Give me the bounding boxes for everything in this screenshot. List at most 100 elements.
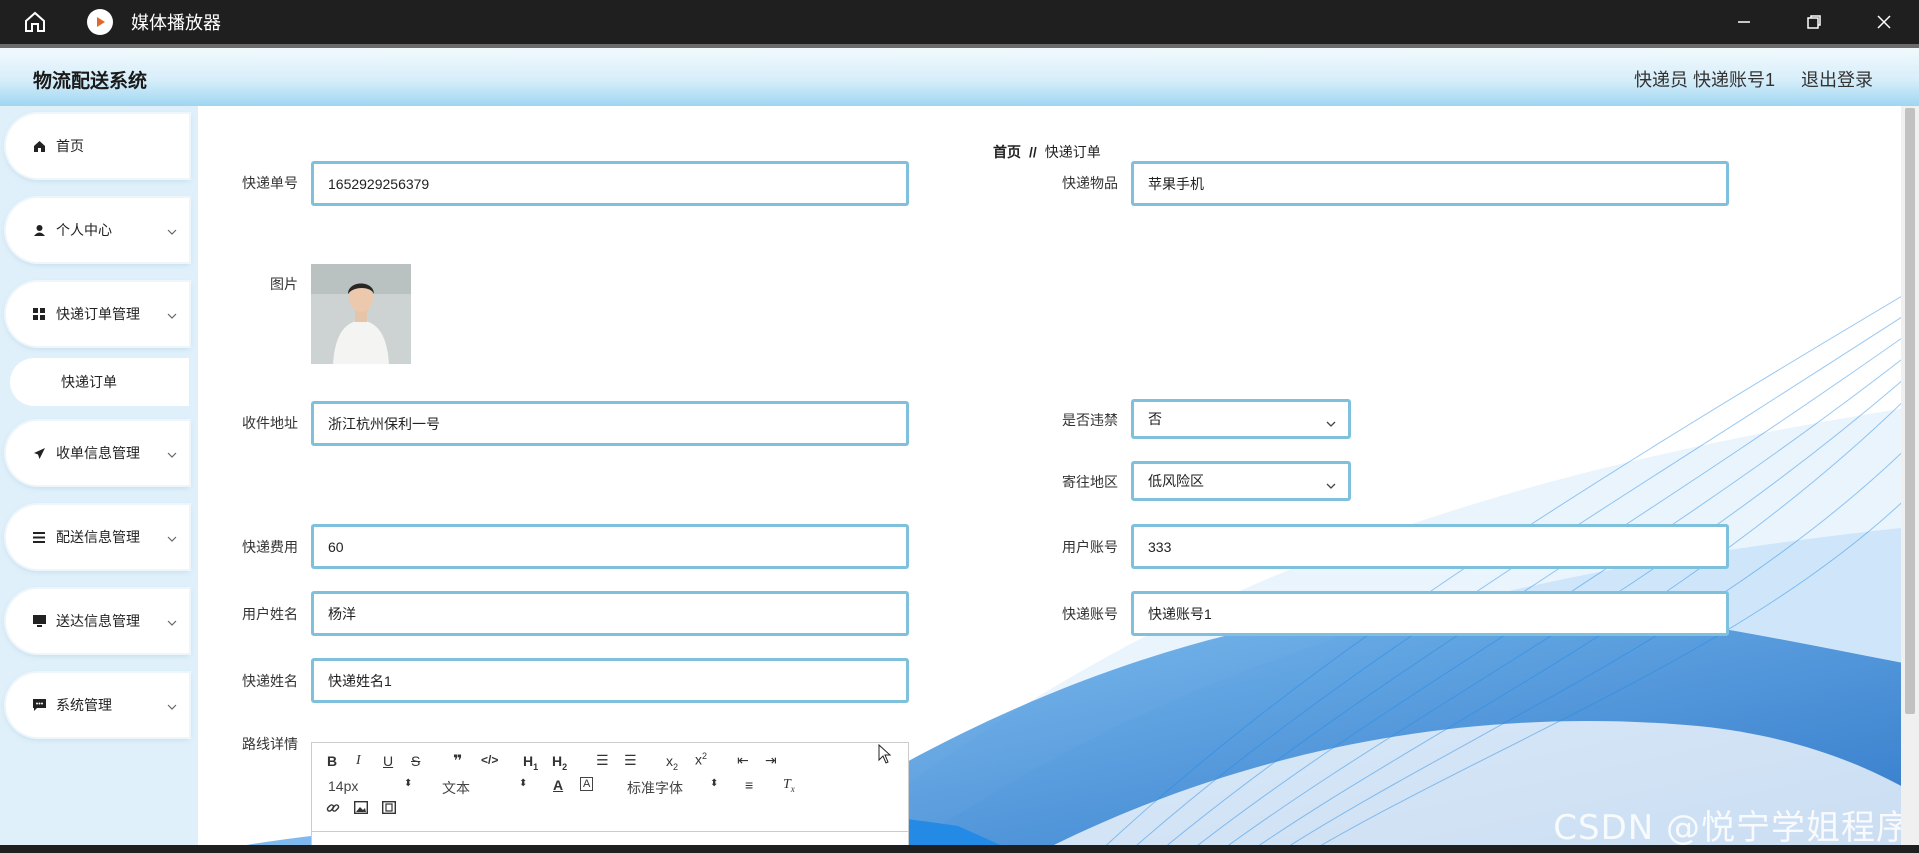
image-icon[interactable]	[353, 800, 369, 817]
current-user: 快递员 快递账号1	[1633, 70, 1775, 90]
bottom-border	[0, 845, 1919, 853]
prohibited-value: 否	[1148, 411, 1162, 427]
chevron-down-icon	[1326, 476, 1336, 492]
send-icon	[32, 446, 46, 460]
fee-field[interactable]: 60	[311, 524, 909, 569]
strikethrough-icon[interactable]: S	[411, 753, 420, 769]
sidebar-item-arrival-management[interactable]: 送达信息管理	[6, 589, 189, 653]
bullet-list-icon[interactable]: ☰	[624, 752, 637, 769]
blockquote-icon[interactable]: ❞	[453, 751, 462, 771]
background-color-icon[interactable]: A	[580, 777, 594, 791]
align-icon[interactable]: ≡	[745, 777, 753, 793]
vertical-scrollbar[interactable]	[1901, 106, 1919, 853]
minimize-button[interactable]	[1709, 0, 1779, 44]
region-value: 低风险区	[1148, 473, 1204, 489]
outdent-icon[interactable]: ⇤	[737, 752, 749, 769]
address-label: 收件地址	[242, 415, 298, 431]
rich-text-editor[interactable]: B I U S ❞ </> H1 H2 ☰ ☰ x2 x2 ⇤ ⇥ 14px ⬍…	[311, 742, 909, 853]
user-name-field[interactable]: 杨洋	[311, 591, 909, 636]
monitor-icon	[32, 614, 46, 628]
heading2-icon[interactable]: H2	[552, 753, 567, 772]
code-icon[interactable]: </>	[481, 753, 498, 767]
window-titlebar: 媒体播放器	[0, 0, 1919, 44]
sidebar-item-label: 系统管理	[56, 697, 112, 713]
mouse-cursor-icon	[878, 743, 892, 769]
font-size-arrows-icon[interactable]: ⬍	[404, 778, 412, 789]
image-label: 图片	[270, 276, 298, 292]
brand-title: 物流配送系统	[33, 71, 148, 92]
user-name-label: 用户姓名	[242, 606, 298, 622]
chevron-down-icon	[167, 222, 177, 238]
chevron-down-icon	[167, 529, 177, 545]
breadcrumb: 首页 // 快递订单	[993, 142, 1101, 162]
item-field[interactable]: 苹果手机	[1131, 161, 1729, 206]
font-family-select[interactable]: 标准字体	[627, 778, 683, 798]
courier-name-field[interactable]: 快递姓名1	[311, 658, 909, 703]
sidebar-item-label: 快递订单管理	[56, 306, 140, 322]
main-content: 首页 // 快递订单 快递单号 1652929256379 快递物品 苹果手机 图片…	[198, 106, 1919, 853]
font-color-icon[interactable]: A	[553, 777, 563, 793]
restore-button[interactable]	[1779, 0, 1849, 44]
home-icon[interactable]	[0, 0, 70, 44]
media-player-icon	[87, 9, 113, 35]
logout-link[interactable]: 退出登录	[1801, 66, 1873, 92]
text-type-select[interactable]: 文本	[442, 778, 470, 798]
chevron-down-icon	[167, 445, 177, 461]
scrollbar-thumb[interactable]	[1905, 108, 1915, 714]
chat-icon	[32, 698, 46, 712]
sidebar-item-home[interactable]: 首页	[6, 114, 189, 178]
user-account-field[interactable]: 333	[1131, 524, 1729, 569]
grid-icon	[32, 307, 46, 321]
sidebar-item-system-management[interactable]: 系统管理	[6, 673, 189, 737]
window-title: 媒体播放器	[131, 13, 221, 33]
order-no-field[interactable]: 1652929256379	[311, 161, 909, 206]
heading1-icon[interactable]: H1	[523, 753, 538, 772]
user-icon	[32, 223, 46, 237]
order-no-label: 快递单号	[242, 175, 298, 191]
chevron-down-icon	[1326, 414, 1336, 430]
indent-icon[interactable]: ⇥	[765, 752, 777, 769]
address-field[interactable]: 浙江杭州保利一号	[311, 401, 909, 446]
courier-account-field[interactable]: 快递账号1	[1131, 591, 1729, 636]
sidebar-item-label: 个人中心	[56, 222, 112, 238]
text-type-arrows-icon[interactable]: ⬍	[519, 778, 527, 789]
clear-format-icon[interactable]: Tx	[783, 777, 795, 794]
sidebar-subitem-express-orders[interactable]: 快递订单	[10, 358, 189, 406]
bold-icon[interactable]: B	[327, 753, 337, 769]
sidebar-item-label: 配送信息管理	[56, 529, 140, 545]
sidebar-item-profile[interactable]: 个人中心	[6, 198, 189, 262]
product-photo[interactable]	[311, 264, 411, 364]
sidebar-item-label: 收单信息管理	[56, 445, 140, 461]
video-icon[interactable]	[381, 800, 397, 817]
sidebar: 首页 个人中心 快递订单管理 快递订单 收单信息管理 配送信息管理 送达信息管理…	[0, 106, 198, 853]
breadcrumb-separator: //	[1029, 144, 1037, 160]
subscript-icon[interactable]: x2	[666, 753, 678, 772]
courier-name-label: 快递姓名	[242, 673, 298, 689]
sidebar-item-order-management[interactable]: 快递订单管理	[6, 282, 189, 346]
underline-icon[interactable]: U	[383, 753, 393, 769]
prohibited-select[interactable]: 否	[1131, 399, 1351, 439]
breadcrumb-home[interactable]: 首页	[993, 144, 1021, 160]
font-size-select[interactable]: 14px	[328, 778, 358, 794]
region-label: 寄往地区	[1062, 474, 1118, 490]
chevron-down-icon	[167, 613, 177, 629]
close-button[interactable]	[1849, 0, 1919, 44]
list-icon	[32, 530, 46, 544]
csdn-watermark: CSDN @悦宁学姐程序	[1553, 808, 1911, 848]
user-account-label: 用户账号	[1062, 539, 1118, 555]
item-label: 快递物品	[1062, 175, 1118, 191]
font-family-arrows-icon[interactable]: ⬍	[710, 778, 718, 789]
home-icon	[32, 139, 46, 153]
italic-icon[interactable]: I	[356, 753, 361, 769]
sidebar-item-label: 送达信息管理	[56, 613, 140, 629]
link-icon[interactable]	[326, 801, 340, 818]
breadcrumb-current: 快递订单	[1044, 144, 1101, 160]
region-select[interactable]: 低风险区	[1131, 461, 1351, 501]
superscript-icon[interactable]: x2	[695, 751, 707, 768]
sidebar-item-receipt-management[interactable]: 收单信息管理	[6, 421, 189, 485]
app-header: 物流配送系统 快递员 快递账号1 退出登录	[0, 44, 1919, 106]
sidebar-item-delivery-management[interactable]: 配送信息管理	[6, 505, 189, 569]
route-details-label: 路线详情	[242, 736, 298, 752]
ordered-list-icon[interactable]: ☰	[596, 752, 609, 769]
sidebar-subitem-label: 快递订单	[61, 374, 117, 390]
